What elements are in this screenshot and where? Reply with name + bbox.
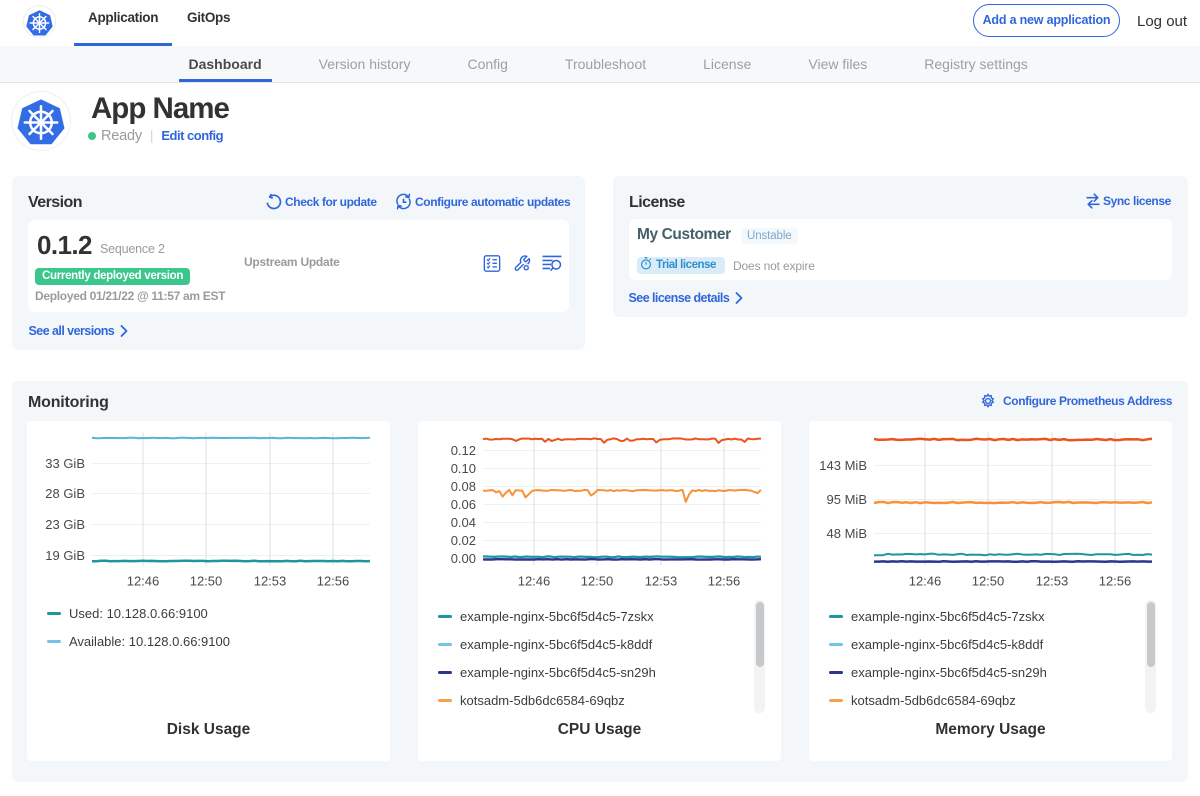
svg-text:33 GiB: 33 GiB — [45, 456, 85, 471]
svg-text:0.02: 0.02 — [451, 533, 476, 548]
svg-text:95 MiB: 95 MiB — [827, 492, 867, 507]
svg-text:12:53: 12:53 — [1036, 574, 1069, 589]
svg-text:48 MiB: 48 MiB — [827, 526, 867, 541]
svg-text:12:50: 12:50 — [972, 574, 1005, 589]
svg-text:0.08: 0.08 — [451, 479, 476, 494]
svg-text:12:53: 12:53 — [645, 574, 678, 589]
svg-text:12:53: 12:53 — [254, 574, 287, 589]
svg-text:12:56: 12:56 — [317, 574, 350, 589]
svg-text:0.10: 0.10 — [451, 461, 476, 476]
svg-text:12:46: 12:46 — [127, 574, 160, 589]
svg-text:12:50: 12:50 — [581, 574, 614, 589]
svg-text:23 GiB: 23 GiB — [45, 517, 85, 532]
svg-text:143 MiB: 143 MiB — [819, 458, 867, 473]
svg-text:12:50: 12:50 — [190, 574, 223, 589]
svg-text:0.12: 0.12 — [451, 443, 476, 458]
svg-text:12:46: 12:46 — [909, 574, 942, 589]
svg-text:19 GiB: 19 GiB — [45, 548, 85, 563]
svg-text:12:46: 12:46 — [518, 574, 551, 589]
svg-text:0.06: 0.06 — [451, 497, 476, 512]
svg-text:0.00: 0.00 — [451, 551, 476, 566]
svg-text:28 GiB: 28 GiB — [45, 486, 85, 501]
svg-text:0.04: 0.04 — [451, 515, 476, 530]
svg-text:12:56: 12:56 — [708, 574, 741, 589]
svg-text:12:56: 12:56 — [1099, 574, 1132, 589]
